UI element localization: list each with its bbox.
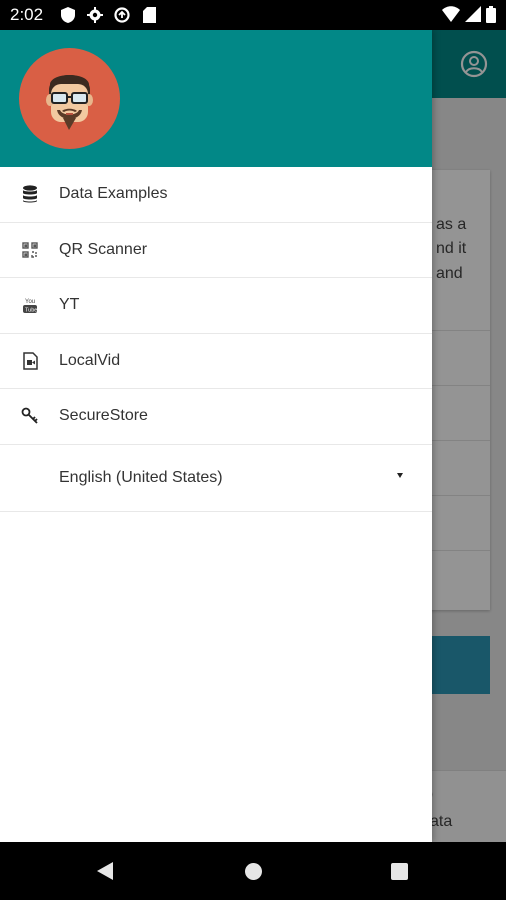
youtube-icon: You Tube: [20, 295, 40, 315]
dropdown-arrow-icon: [397, 472, 403, 478]
drawer-item-securestore[interactable]: SecureStore: [0, 389, 432, 445]
svg-text:You: You: [25, 299, 35, 305]
drawer-item-data-examples[interactable]: Data Examples: [0, 167, 432, 223]
drawer-item-yt[interactable]: You Tube YT: [0, 278, 432, 334]
battery-icon: [486, 6, 496, 28]
language-select[interactable]: English (United States): [0, 445, 432, 512]
wifi-icon: [442, 6, 460, 28]
status-time: 2:02: [10, 5, 44, 24]
qr-code-icon: [20, 240, 40, 260]
avatar[interactable]: [19, 48, 120, 149]
settings-icon: [86, 6, 104, 24]
language-selected-value: English (United States): [59, 468, 223, 486]
system-navigation-bar: [0, 842, 506, 900]
database-icon: [20, 184, 40, 204]
drawer-header: [0, 30, 432, 167]
key-icon: [20, 406, 40, 426]
signal-icon: [465, 6, 481, 28]
status-bar: 2:02: [0, 0, 506, 30]
navigation-drawer: Data Examples QR Scanner You Tube YT Loca…: [0, 30, 432, 842]
drawer-item-label: LocalVid: [59, 351, 121, 369]
video-file-icon: [20, 351, 40, 371]
drawer-item-label: SecureStore: [59, 407, 148, 425]
home-icon[interactable]: [245, 863, 262, 880]
drawer-menu: Data Examples QR Scanner You Tube YT Loca…: [0, 167, 432, 512]
data-saver-icon: [113, 6, 131, 24]
drawer-item-qr-scanner[interactable]: QR Scanner: [0, 223, 432, 278]
drawer-item-label: QR Scanner: [59, 240, 148, 258]
sd-card-icon: [140, 6, 158, 24]
drawer-item-label: Data Examples: [59, 185, 168, 203]
drawer-item-label: YT: [59, 296, 80, 314]
shield-icon: [59, 6, 77, 24]
recent-apps-icon[interactable]: [391, 863, 408, 880]
back-icon[interactable]: [97, 862, 113, 880]
drawer-item-localvid[interactable]: LocalVid: [0, 334, 432, 389]
svg-text:Tube: Tube: [25, 308, 37, 314]
